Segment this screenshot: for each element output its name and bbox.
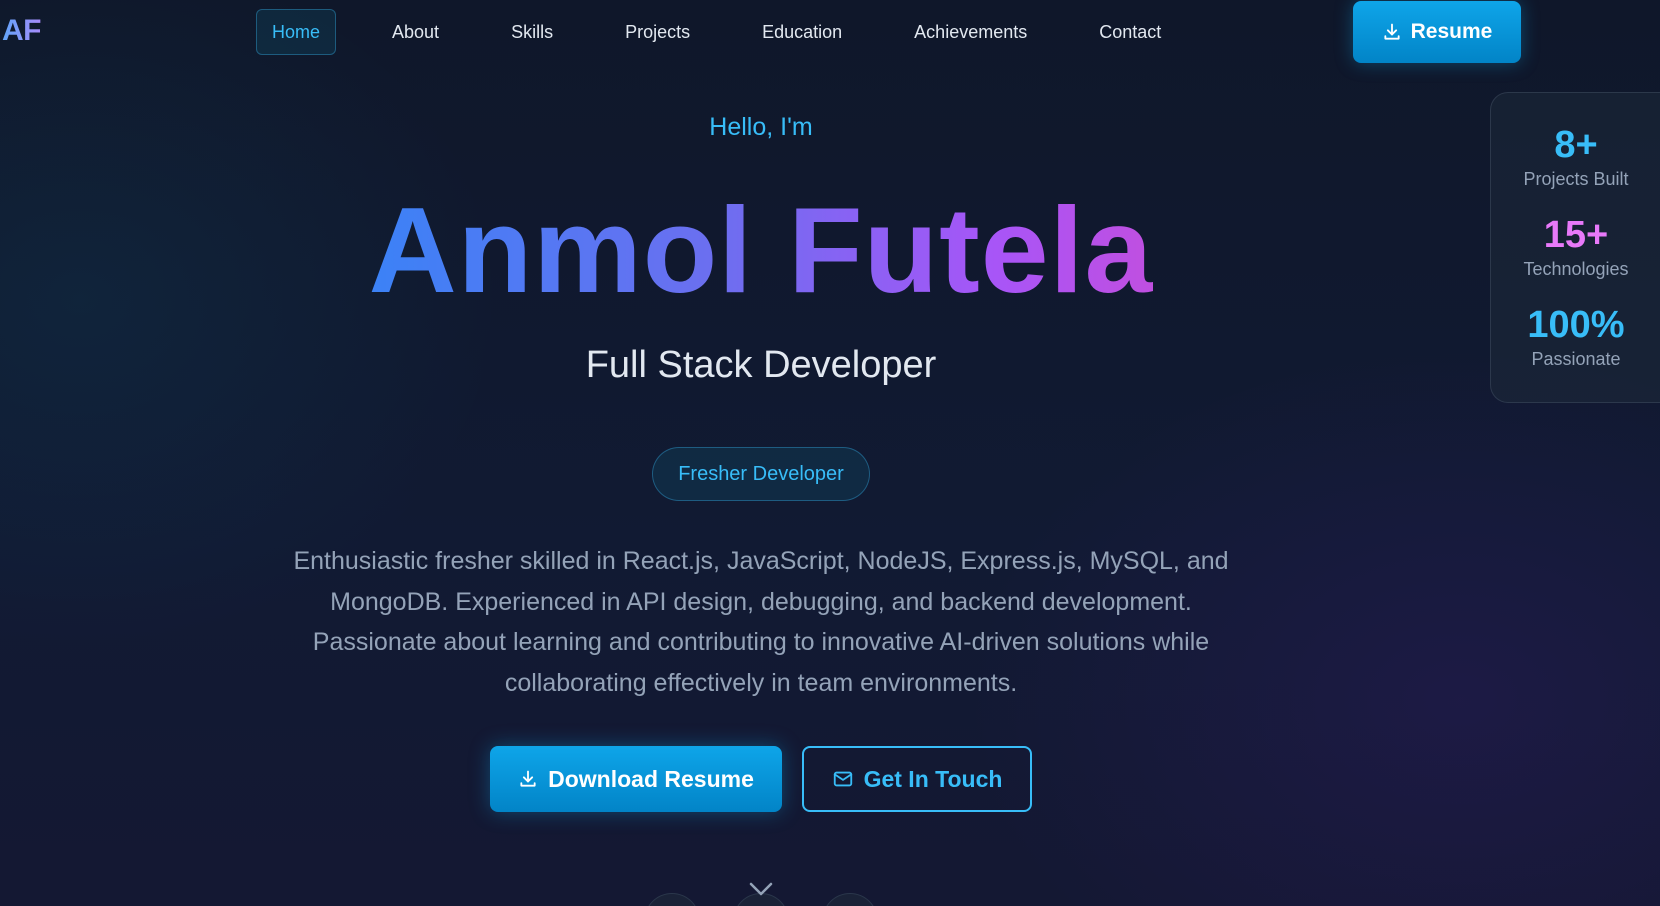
portfolio-page: AF Home About Skills Projects Education … — [0, 0, 1660, 906]
hero-description: Enthusiastic fresher skilled in React.js… — [293, 547, 1229, 697]
download-icon — [520, 770, 536, 787]
hero-name: Anmol Futela — [0, 180, 1522, 320]
mail-icon — [833, 771, 852, 787]
social-link-circle[interactable] — [822, 893, 878, 906]
get-in-touch-button[interactable]: Get In Touch — [802, 746, 1032, 812]
resume-button-label: Resume — [1410, 20, 1493, 43]
main-nav: Home About Skills Projects Education Ach… — [256, 9, 1217, 55]
nav-item-achievements[interactable]: Achievements — [898, 9, 1043, 55]
nav-item-education[interactable]: Education — [746, 9, 858, 55]
get-in-touch-label: Get In Touch — [863, 765, 1003, 792]
hero-name-text: Anmol Futela — [368, 182, 1154, 318]
nav-item-about[interactable]: About — [376, 9, 455, 55]
nav-item-contact[interactable]: Contact — [1083, 9, 1177, 55]
nav-item-home[interactable]: Home — [256, 9, 337, 55]
chevron-down-icon[interactable] — [748, 880, 774, 898]
download-resume-label: Download Resume — [548, 765, 754, 792]
download-icon — [1384, 23, 1400, 40]
hero-role: Full Stack Developer — [585, 344, 937, 386]
status-badge: Fresher Developer — [652, 447, 870, 501]
social-link-circle[interactable] — [644, 893, 700, 906]
resume-button[interactable]: Resume — [1353, 1, 1521, 63]
nav-item-projects[interactable]: Projects — [609, 9, 706, 55]
logo[interactable]: AF — [2, 14, 42, 48]
download-resume-button[interactable]: Download Resume — [490, 746, 782, 812]
greeting: Hello, I'm — [709, 113, 813, 141]
nav-item-skills[interactable]: Skills — [495, 9, 569, 55]
